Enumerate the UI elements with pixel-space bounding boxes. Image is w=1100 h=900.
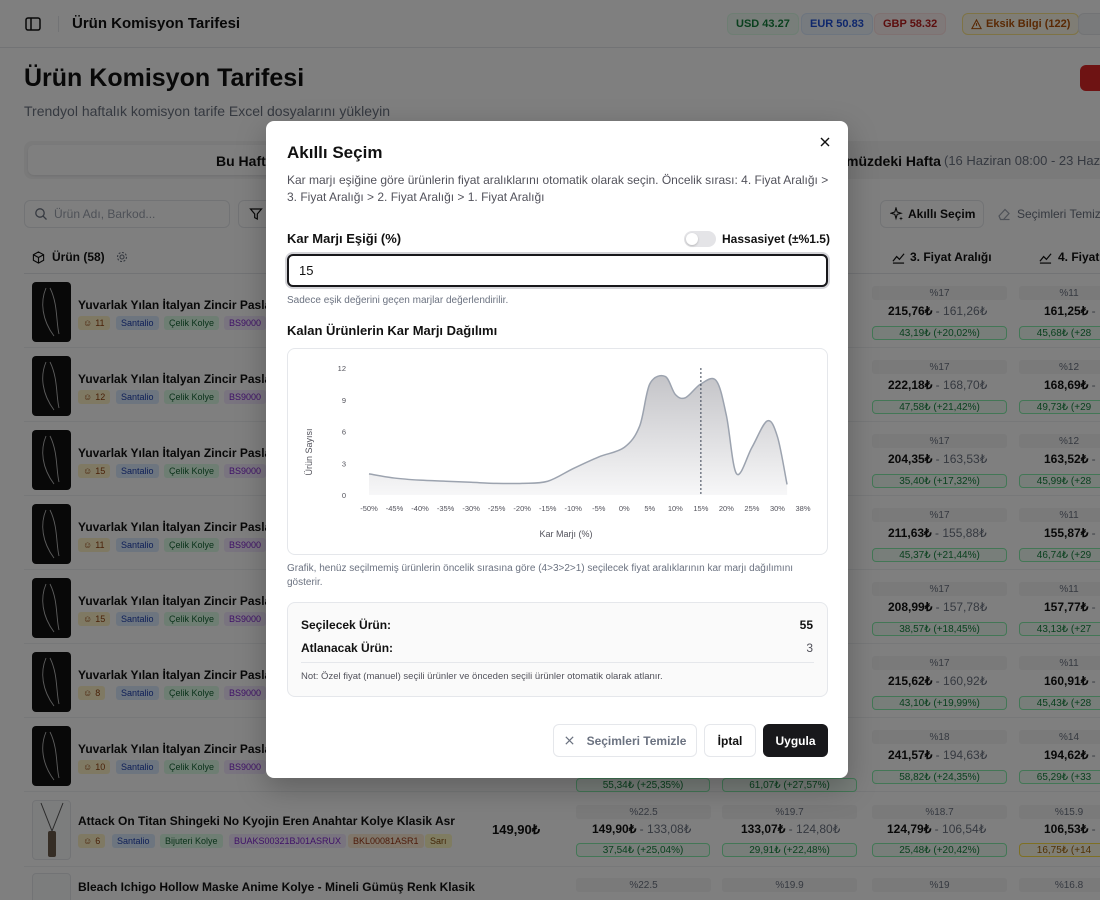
x-tick-label: -20% bbox=[513, 504, 531, 513]
x-tick-label: 0% bbox=[619, 504, 630, 513]
clear-selections-dialog-label: Seçimleri Temizle bbox=[586, 733, 687, 748]
x-tick-label: -35% bbox=[437, 504, 455, 513]
to-skip-value: 3 bbox=[806, 641, 813, 655]
x-tick-label: 38% bbox=[795, 504, 810, 513]
x-tick-label: -5% bbox=[592, 504, 606, 513]
x-tick-label: 15% bbox=[693, 504, 708, 513]
x-tick-label: -40% bbox=[411, 504, 429, 513]
x-tick-label: -10% bbox=[564, 504, 582, 513]
y-tick-label: 12 bbox=[338, 364, 346, 373]
x-tick-label: 30% bbox=[770, 504, 785, 513]
y-tick-label: 6 bbox=[342, 428, 346, 437]
x-tick-label: -50% bbox=[360, 504, 378, 513]
to-select-value: 55 bbox=[799, 618, 813, 632]
x-tick-label: 10% bbox=[668, 504, 683, 513]
apply-button[interactable]: Uygula bbox=[763, 724, 828, 757]
distribution-area bbox=[369, 375, 788, 495]
chart-title: Kalan Ürünlerin Kar Marjı Dağılımı bbox=[287, 323, 498, 338]
chart-note: Grafik, henüz seçilmemiş ürünlerin öncel… bbox=[287, 563, 794, 588]
toggle-knob bbox=[686, 233, 698, 245]
margin-distribution-chart: -50% -45% -40% -35% -30% -25% -20% -15% -10% -5% 0… bbox=[287, 348, 828, 555]
to-select-label: Seçilecek Ürün: bbox=[301, 618, 392, 632]
chart-canvas: -50% -45% -40% -35% -30% -25% -20% -15% -10% -5% 0… bbox=[304, 364, 811, 539]
dialog-title: Akıllı Seçim bbox=[287, 143, 383, 162]
threshold-input[interactable] bbox=[287, 254, 828, 287]
y-tick-label: 0 bbox=[342, 491, 346, 500]
x-tick-label: -25% bbox=[488, 504, 506, 513]
sensitivity-label: Hassasiyet (±%1.5) bbox=[722, 232, 830, 246]
to-skip-label: Atlanacak Ürün: bbox=[301, 641, 394, 655]
y-tick-label: 3 bbox=[342, 459, 346, 468]
y-tick-label: 9 bbox=[342, 396, 346, 405]
summary-note: Not: Özel fiyat (manuel) seçili ürünler … bbox=[301, 671, 663, 682]
threshold-hint: Sadece eşik değerini geçen marjlar değer… bbox=[287, 295, 509, 306]
close-icon[interactable] bbox=[818, 135, 832, 149]
x-tick-label: 25% bbox=[744, 504, 759, 513]
clear-selections-dialog-button[interactable]: Seçimleri Temizle bbox=[553, 724, 697, 757]
threshold-label: Kar Marjı Eşiği (%) bbox=[287, 231, 402, 246]
x-tick-label: -45% bbox=[386, 504, 404, 513]
x-tick-label: -15% bbox=[539, 504, 557, 513]
x-axis-label: Kar Marjı (%) bbox=[539, 529, 592, 539]
x-icon bbox=[564, 736, 574, 745]
smart-select-dialog: Akıllı Seçim Kar marjı eşiğine göre ürün… bbox=[266, 121, 848, 778]
x-tick-label: 5% bbox=[644, 504, 655, 513]
cancel-button[interactable]: İptal bbox=[704, 724, 756, 757]
summary-divider bbox=[301, 662, 814, 663]
dialog-description: Kar marjı eşiğine göre ürünlerin fiyat a… bbox=[287, 173, 829, 204]
y-axis-label: Ürün Sayısı bbox=[304, 428, 314, 475]
x-tick-label: 20% bbox=[719, 504, 734, 513]
x-tick-label: -30% bbox=[462, 504, 480, 513]
